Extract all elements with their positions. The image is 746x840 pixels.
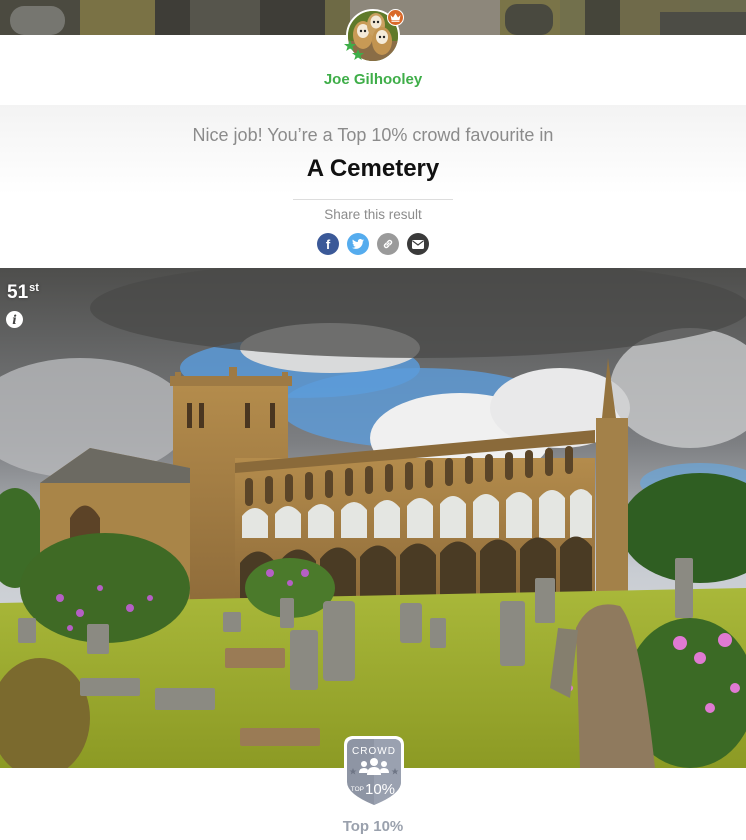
copy-link-button[interactable]	[377, 233, 399, 255]
link-icon	[383, 239, 393, 249]
divider	[293, 199, 453, 200]
info-icon: i	[12, 312, 17, 327]
crowd-badge-icon: CROWD TOP 10%	[344, 736, 404, 809]
result-message: Nice job! You’re a Top 10% crowd favouri…	[192, 125, 554, 145]
badge-top-small: TOP	[351, 786, 364, 793]
category-title[interactable]: A Cemetery	[0, 155, 746, 183]
badge-top-text: CROWD	[352, 746, 396, 757]
badge-percent: 10%	[365, 781, 395, 798]
result-header: Nice job! You’re a Top 10% crowd favouri…	[0, 105, 746, 268]
cemetery-photo	[0, 268, 746, 768]
result-photo[interactable]: 51st i	[0, 268, 746, 768]
share-label: Share this result	[324, 207, 422, 222]
share-buttons: f	[317, 233, 429, 255]
crown-icon	[387, 9, 404, 26]
crowd-top-10-badge: CROWD TOP 10%	[340, 733, 408, 811]
rank-suffix: st	[29, 282, 39, 294]
rank-indicator: 51st	[7, 282, 39, 304]
facebook-share-button[interactable]: f	[317, 233, 339, 255]
stars-icon	[344, 39, 366, 63]
result-page: Joe Gilhooley Nice job! You’re a Top 10%…	[0, 0, 746, 840]
facebook-icon: f	[325, 236, 331, 252]
rank-number: 51	[7, 282, 29, 303]
twitter-icon	[352, 239, 364, 249]
mail-icon	[412, 239, 424, 249]
avatar[interactable]	[344, 9, 404, 63]
email-share-button[interactable]	[407, 233, 429, 255]
username[interactable]: Joe Gilhooley	[0, 71, 746, 88]
badge-label: Top 10%	[342, 818, 404, 835]
twitter-share-button[interactable]	[347, 233, 369, 255]
user-header: Joe Gilhooley	[0, 9, 746, 105]
info-button[interactable]: i	[6, 311, 23, 328]
